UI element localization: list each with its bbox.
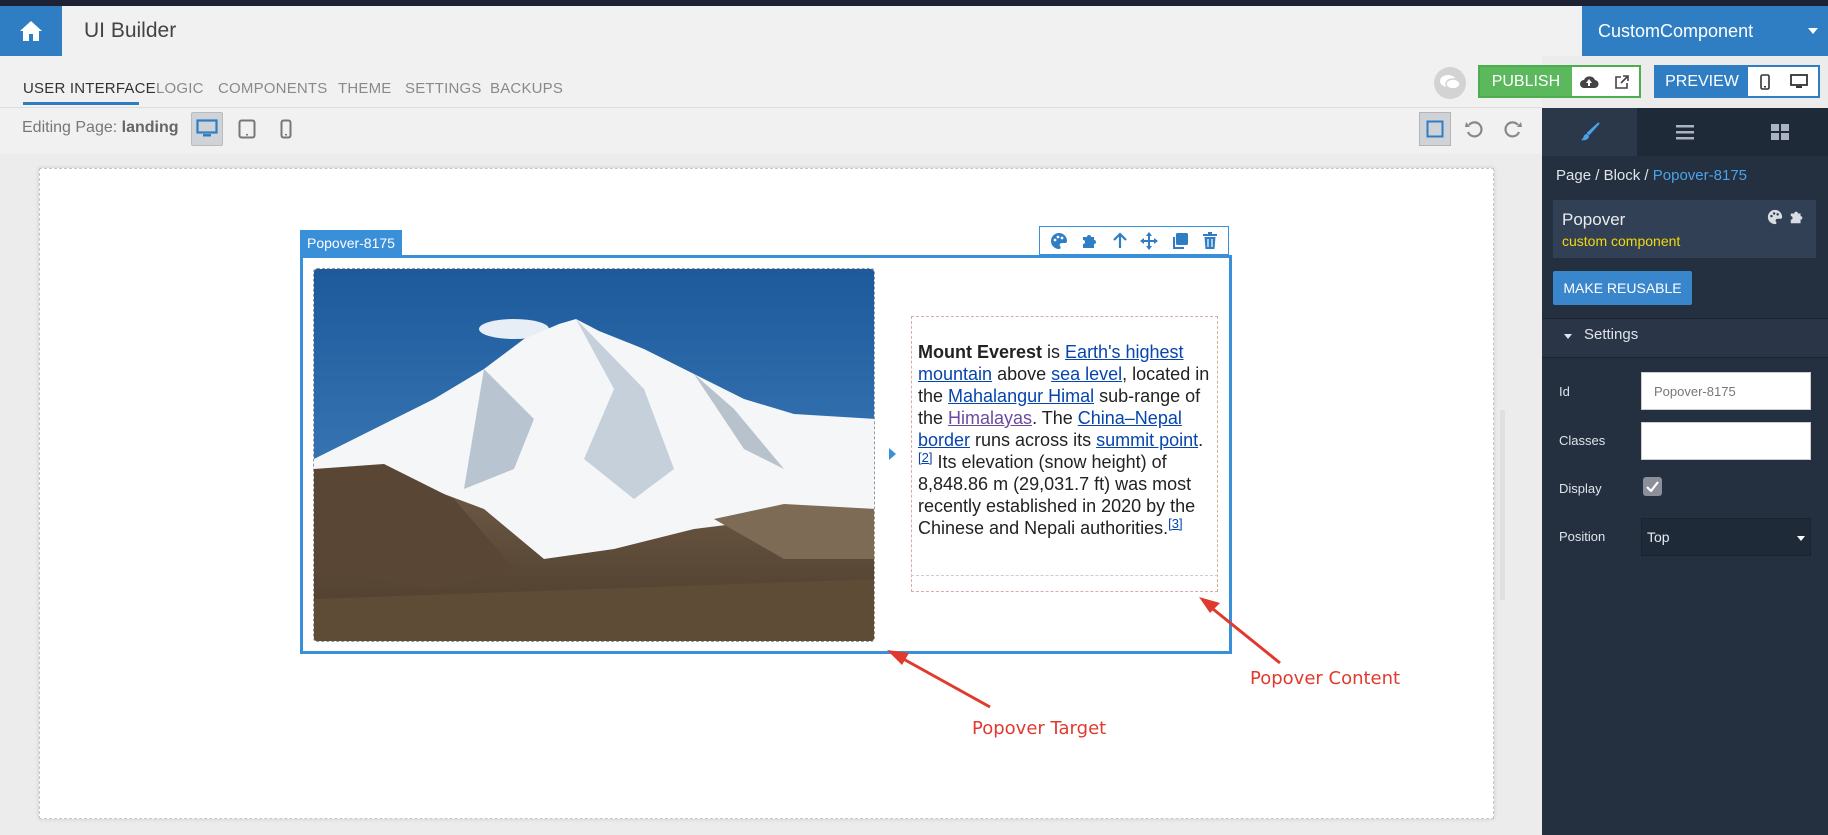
make-reusable-button[interactable]: MAKE REUSABLE (1553, 271, 1692, 305)
sidebar-tab-layers[interactable] (1637, 108, 1732, 156)
puzzle-icon[interactable] (1789, 209, 1805, 225)
sidebar-tab-blocks[interactable] (1733, 108, 1828, 156)
breadcrumb-page[interactable]: Page (1556, 167, 1591, 184)
preview-mobile-button[interactable] (1748, 67, 1782, 96)
display-label: Display (1559, 481, 1602, 496)
component-selector-label: CustomComponent (1598, 21, 1754, 41)
popover-target-annotation: Popover Target (972, 718, 1107, 739)
position-select[interactable]: Top (1641, 518, 1811, 556)
settings-header-label: Settings (1584, 326, 1639, 343)
component-type: custom component (1562, 233, 1681, 249)
list-icon (1675, 125, 1694, 140)
popover-content-annotation: Popover Content (1250, 668, 1401, 689)
breadcrumb-block[interactable]: Block (1604, 167, 1641, 184)
target-arrow-head (887, 650, 909, 665)
mobile-icon (1760, 73, 1770, 90)
preview-desktop-button[interactable] (1782, 67, 1816, 96)
chevron-down-icon (1808, 28, 1818, 34)
component-selector[interactable]: CustomComponent (1582, 6, 1828, 56)
preview-group: PREVIEW (1654, 65, 1820, 98)
desktop-icon (1790, 73, 1808, 88)
breadcrumb-separator: / (1640, 167, 1653, 184)
breadcrumb-current: Popover-8175 (1652, 167, 1747, 184)
position-label: Position (1559, 529, 1606, 544)
content-arrow-line (1207, 603, 1281, 665)
check-icon (1646, 481, 1659, 492)
id-label: Id (1559, 384, 1570, 399)
publish-upload-button[interactable] (1572, 67, 1606, 96)
annotation-arrows (887, 597, 1281, 709)
display-checkbox[interactable] (1643, 477, 1662, 496)
sidebar-tabs (1542, 108, 1828, 156)
breadcrumb-separator: / (1591, 167, 1604, 184)
cloud-upload-icon (1579, 75, 1599, 88)
id-field[interactable] (1641, 372, 1811, 410)
palette-icon[interactable] (1767, 209, 1783, 225)
open-external-button[interactable] (1605, 67, 1639, 96)
chevron-down-icon (1797, 536, 1805, 541)
classes-label: Classes (1559, 433, 1606, 448)
sidebar-tab-style[interactable] (1542, 108, 1638, 156)
grid-icon (1771, 124, 1790, 140)
position-select-value: Top (1647, 529, 1670, 545)
caret-down-icon (1564, 334, 1572, 339)
classes-field[interactable] (1641, 422, 1811, 460)
target-arrow-line (897, 654, 991, 709)
external-link-icon (1615, 74, 1630, 89)
paint-brush-icon (1580, 122, 1600, 141)
preview-button[interactable]: PREVIEW (1656, 67, 1748, 96)
component-name: Popover (1562, 210, 1626, 229)
breadcrumb: Page / Block / Popover-8175 (1556, 167, 1747, 184)
